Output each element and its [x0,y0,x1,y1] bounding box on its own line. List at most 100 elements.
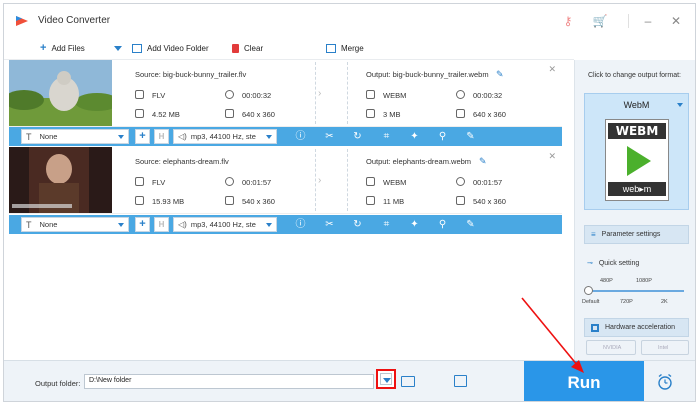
add-files-dropdown[interactable] [114,41,122,55]
folder-icon [366,109,375,118]
clear-button[interactable]: Clear [232,41,263,55]
output-folder-value: D:\New folder [89,377,132,384]
close-icon[interactable]: ✕ [668,13,684,29]
add-subtitle-button[interactable]: + [135,217,150,232]
output-format-selector[interactable]: WebM WEBM web▸m [584,93,689,210]
merge-button[interactable]: Merge [326,41,364,55]
hardware-acceleration-button[interactable]: Hardware acceleration [584,318,689,337]
format-name: WebM [623,100,650,110]
output-filename: Output: elephants-dream.webm [366,157,472,166]
minimize-icon[interactable]: – [640,13,656,29]
scissors-icon[interactable]: ✂ [323,130,336,143]
folder-open-icon[interactable] [401,376,415,387]
edit-icon[interactable]: ✎ [464,218,477,231]
file-item[interactable]: Source: big-buck-bunny_trailer.flv FLV 0… [9,60,562,127]
quick-label-1080p: 1080P [636,278,652,284]
resolution-icon [456,196,465,205]
hardware-acceleration-label: Hardware acceleration [605,324,676,331]
crop-icon[interactable]: ⌗ [380,130,393,143]
output-size: 3 MB [383,110,401,119]
text-icon: T [26,219,32,230]
text-icon: T [26,131,32,142]
folder-add-icon [132,43,142,53]
subtitle-select[interactable]: T None [21,129,129,144]
add-subtitle-button[interactable]: + [135,129,150,144]
info-icon[interactable]: ⓘ [294,218,307,231]
plus-icon: + [40,42,47,54]
crop-icon[interactable]: ⌗ [380,218,393,231]
edit-name-icon[interactable]: ✎ [479,156,487,167]
quick-setting-heading: ⊸ Quick setting [587,259,639,267]
add-files-button[interactable]: + Add Files [40,41,85,55]
run-button[interactable]: Run [524,361,644,401]
add-video-folder-button[interactable]: Add Video Folder [132,41,209,55]
subtitle-settings-button[interactable]: H [154,129,169,144]
source-size: 4.52 MB [152,110,180,119]
output-filename: Output: big-buck-bunny_trailer.webm [366,70,489,79]
source-format: FLV [152,178,166,187]
clock-icon [456,90,465,99]
chip-icon [591,323,599,332]
nvidia-toggle[interactable]: NVIDIA [586,340,636,355]
divider [315,62,316,124]
watermark-icon[interactable]: ⚲ [436,218,449,231]
chevron-down-icon [677,103,683,107]
intel-toggle[interactable]: Intel [641,340,689,355]
resolution-icon [456,109,465,118]
title-bar: Video Converter ⚷ 🛒 – ✕ [4,4,695,36]
subtitle-value: None [39,132,58,141]
file-list: Source: big-buck-bunny_trailer.flv FLV 0… [9,60,562,360]
remove-item-icon[interactable]: ✕ [548,64,556,75]
quality-slider[interactable] [588,290,684,292]
output-duration: 00:00:32 [473,91,503,100]
source-duration: 00:01:57 [242,178,272,187]
info-icon[interactable]: ⓘ [294,130,307,143]
output-folder-input[interactable]: D:\New folder [84,374,374,389]
trash-icon [232,43,239,53]
webm-logo-icon: WEBM web▸m [605,119,669,201]
watermark-icon[interactable]: ⚲ [436,130,449,143]
video-folder-icon[interactable] [454,375,467,387]
subtitle-select[interactable]: T None [21,217,129,232]
speaker-icon: ◁) [178,220,187,229]
change-format-label: Click to change output format: [588,72,681,79]
slider-icon: ⊸ [587,260,593,267]
source-duration: 00:00:32 [242,91,272,100]
subtitle-settings-button[interactable]: H [154,217,169,232]
divider [347,62,348,124]
source-resolution: 640 x 360 [242,110,275,119]
effects-icon[interactable]: ✦ [408,218,421,231]
intel-label: Intel [658,344,669,351]
edit-name-icon[interactable]: ✎ [496,69,504,80]
scissors-icon[interactable]: ✂ [323,218,336,231]
key-icon[interactable]: ⚷ [560,13,576,29]
output-format-panel: Click to change output format: WebM WEBM… [574,60,695,360]
audio-track-select[interactable]: ◁) mp3, 44100 Hz, ste [173,217,277,232]
rotate-icon[interactable]: ↻ [351,130,364,143]
add-video-folder-label: Add Video Folder [147,43,209,53]
resolution-icon [225,196,234,205]
clock-icon [225,90,234,99]
file-item[interactable]: Source: elephants-dream.flv FLV 00:01:57… [9,147,562,214]
format-icon [135,90,144,99]
output-folder-dropdown[interactable] [376,369,396,389]
quick-setting-label: Quick setting [598,260,640,267]
title-divider [628,14,629,28]
clear-label: Clear [244,43,264,53]
slider-handle[interactable] [584,286,593,295]
output-resolution: 640 x 360 [473,110,506,119]
remove-item-icon[interactable]: ✕ [548,151,556,162]
effects-icon[interactable]: ✦ [408,130,421,143]
cart-icon[interactable]: 🛒 [592,13,608,29]
app-window: Video Converter ⚷ 🛒 – ✕ + Add Files Add … [3,3,696,402]
parameter-settings-button[interactable]: ≡ Parameter settings [584,225,689,244]
alarm-clock-icon[interactable] [656,373,674,391]
quick-label-2k: 2K [661,299,668,305]
subtitle-value: None [39,220,58,229]
chevron-down-icon [118,223,124,227]
rotate-icon[interactable]: ↻ [351,218,364,231]
audio-track-select[interactable]: ◁) mp3, 44100 Hz, ste [173,129,277,144]
nvidia-label: NVIDIA [603,344,622,351]
quick-label-480p: 480P [600,278,613,284]
edit-icon[interactable]: ✎ [464,130,477,143]
